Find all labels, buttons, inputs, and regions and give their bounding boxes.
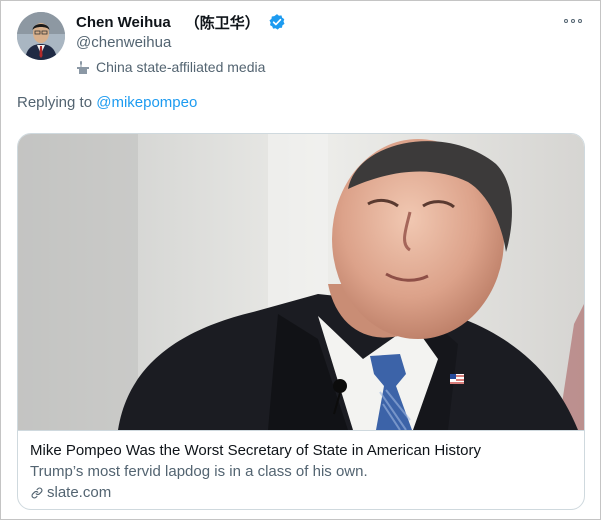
avatar[interactable]	[17, 12, 65, 60]
card-domain-text: slate.com	[47, 484, 112, 501]
name-row: Chen Weihua （陈卫华）	[76, 11, 560, 33]
state-media-podium-icon	[76, 60, 90, 74]
author-handle[interactable]: @chenweihua	[76, 34, 560, 54]
avatar-photo	[17, 12, 65, 60]
author-display-name[interactable]: Chen Weihua	[76, 14, 171, 31]
more-dot	[578, 19, 582, 23]
reply-mention-link[interactable]: @mikepompeo	[96, 94, 197, 111]
tweet-header: Chen Weihua （陈卫华） @chenweihua China stat…	[76, 11, 560, 75]
more-dot	[564, 19, 568, 23]
replying-to: Replying to @mikepompeo	[17, 94, 197, 111]
verified-badge-icon	[268, 13, 286, 31]
card-title[interactable]: Mike Pompeo Was the Worst Secretary of S…	[30, 442, 481, 459]
tweet: Chen Weihua （陈卫华） @chenweihua China stat…	[0, 0, 601, 520]
card-domain[interactable]: slate.com	[30, 484, 111, 501]
card-description[interactable]: Trump’s most fervid lapdog is in a class…	[30, 463, 368, 480]
link-card[interactable]: Mike Pompeo Was the Worst Secretary of S…	[17, 133, 585, 510]
state-affiliation-label[interactable]: China state-affiliated media	[76, 59, 560, 75]
card-divider	[18, 430, 584, 431]
card-image[interactable]	[18, 134, 584, 431]
card-photo	[18, 134, 584, 431]
link-icon	[31, 487, 43, 498]
more-dot	[571, 19, 575, 23]
state-affiliation-text: China state-affiliated media	[96, 59, 266, 75]
author-chinese-name[interactable]: （陈卫华）	[185, 12, 260, 33]
replying-to-prefix: Replying to	[17, 94, 97, 111]
more-options-icon[interactable]	[564, 17, 582, 25]
